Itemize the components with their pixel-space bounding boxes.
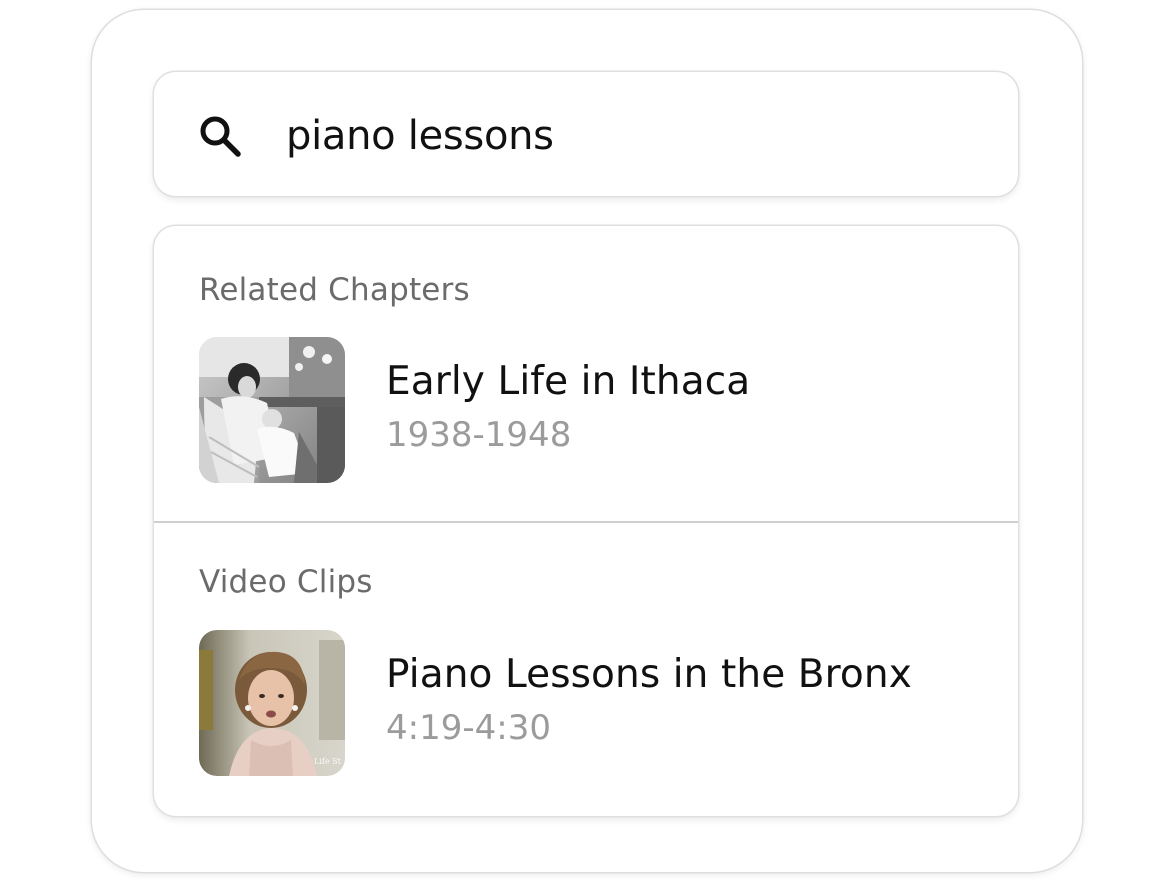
search-bar[interactable]	[154, 72, 1018, 196]
section-label-related-chapters: Related Chapters	[199, 272, 470, 308]
chapter-thumbnail	[199, 337, 345, 483]
svg-text:Life St: Life St	[314, 757, 342, 766]
section-label-video-clips: Video Clips	[199, 564, 373, 600]
video-thumbnail: Life St	[199, 630, 345, 776]
result-title: Early Life in Ithaca	[386, 359, 751, 404]
result-item-chapter[interactable]: Early Life in Ithaca 1938-1948	[199, 337, 999, 483]
section-divider	[154, 521, 1018, 523]
result-time-range: 4:19-4:30	[386, 708, 551, 748]
search-icon[interactable]	[196, 112, 244, 160]
search-input[interactable]: piano lessons	[286, 108, 554, 164]
result-item-video-clip[interactable]: Life St Piano Lessons in the Bronx 4:19-…	[199, 630, 999, 776]
result-date-range: 1938-1948	[386, 415, 572, 455]
results-panel: Related Chapters Early Life in Ithaca 19…	[154, 226, 1018, 816]
result-title: Piano Lessons in the Bronx	[386, 652, 912, 697]
